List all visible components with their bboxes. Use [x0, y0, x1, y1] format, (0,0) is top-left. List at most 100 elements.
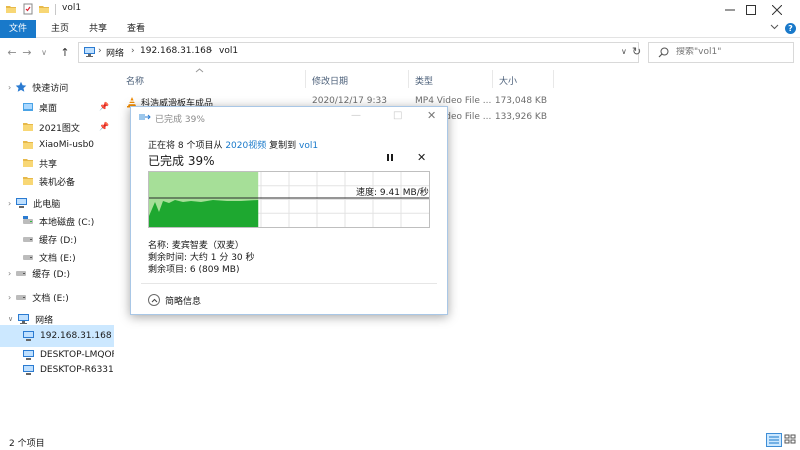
- window-titlebar: [0, 0, 800, 20]
- nav-item-label: 桌面: [39, 103, 58, 114]
- nav-drive-d-root[interactable]: › 缓存 (D:): [0, 262, 114, 284]
- progress-heading: 已完成 39%: [148, 154, 215, 168]
- status-item-count: 2 个项目: [9, 439, 45, 449]
- folder-icon: [23, 177, 33, 185]
- tab-share[interactable]: 共享: [83, 20, 113, 38]
- fewer-details-button[interactable]: 简略信息: [165, 294, 201, 307]
- nav-item-label: 缓存 (D:): [39, 235, 77, 246]
- speed-history-area: [149, 200, 259, 227]
- drive-icon: [16, 295, 27, 300]
- forward-button[interactable]: →: [20, 44, 34, 60]
- nav-item-label: 文档 (E:): [32, 293, 69, 304]
- folder-icon: [23, 159, 33, 167]
- breadcrumb-host[interactable]: 192.168.31.168: [140, 46, 212, 56]
- items-remaining: 剩余项目: 6 (809 MB): [148, 265, 240, 275]
- nav-essentials[interactable]: 装机必备: [0, 170, 114, 192]
- breadcrumb-network[interactable]: 网络: [106, 46, 124, 59]
- folder-icon: [5, 3, 17, 15]
- dialog-close-button[interactable]: ✕: [427, 109, 436, 122]
- speed-label: 速度: 9.41 MB/秒: [356, 188, 429, 198]
- new-folder-icon[interactable]: [38, 3, 50, 15]
- monitor-icon: [23, 331, 34, 341]
- file-size: 173,048 KB: [494, 96, 547, 106]
- chevron-right-icon[interactable]: ›: [8, 293, 11, 302]
- recent-locations-button[interactable]: ∨: [37, 44, 51, 60]
- folder-icon: [23, 123, 33, 131]
- column-header-size[interactable]: 大小: [499, 74, 517, 87]
- chevron-down-icon[interactable]: ∨: [621, 47, 627, 56]
- nav-item-label: 缓存 (D:): [32, 269, 71, 280]
- drive-icon: [23, 237, 33, 242]
- pin-icon: 📌: [99, 102, 109, 111]
- star-icon: [15, 81, 27, 92]
- nav-drive-e-root[interactable]: › 文档 (E:): [0, 286, 114, 308]
- large-icons-view-button[interactable]: [783, 433, 799, 447]
- source-folder-link[interactable]: 2020视频: [225, 141, 266, 151]
- details-view-button[interactable]: [766, 433, 782, 447]
- search-icon: [658, 47, 669, 58]
- file-date: 2020/12/17 9:33: [312, 96, 387, 106]
- network-icon: [83, 46, 96, 58]
- folder-icon: [23, 141, 33, 149]
- nav-item-label: 快速访问: [32, 83, 69, 94]
- nav-item-label: DESKTOP-R63318: [40, 365, 114, 375]
- dialog-minimize-button[interactable]: —: [351, 110, 361, 121]
- navigation-pane: › 快速访问 桌面 📌 2021图文 📌 XiaoMi-usb0 共享 装机必备…: [0, 68, 114, 428]
- sort-indicator-icon: [195, 68, 204, 74]
- refresh-icon[interactable]: ↻: [632, 45, 641, 58]
- copy-description: 正在将 8 个项目从 2020视频 复制到 vol1: [148, 138, 318, 151]
- copy-icon: [138, 112, 151, 122]
- tab-view[interactable]: 查看: [121, 20, 151, 38]
- computer-icon: [16, 198, 28, 208]
- column-header-type[interactable]: 类型: [415, 74, 433, 87]
- ribbon: [0, 20, 800, 38]
- nav-desktop-r63318[interactable]: DESKTOP-R63318: [0, 359, 114, 381]
- copy-mid-text: 复制到: [269, 141, 297, 151]
- drive-icon: [23, 216, 33, 224]
- pause-button[interactable]: [386, 153, 394, 162]
- nav-quick-access[interactable]: › 快速访问: [0, 76, 114, 98]
- tab-home[interactable]: 主页: [45, 20, 75, 38]
- back-button[interactable]: ←: [5, 44, 19, 60]
- network-icon: [18, 314, 30, 324]
- chevron-right-icon[interactable]: ›: [8, 83, 11, 92]
- dialog-title: 已完成 39%: [155, 115, 205, 125]
- nav-item-label: 网络: [35, 315, 54, 326]
- copy-progress-dialog: 已完成 39% — □ ✕ 正在将 8 个项目从 2020视频 复制到 vol1…: [130, 106, 448, 315]
- dialog-maximize-button[interactable]: □: [393, 110, 402, 121]
- file-size: 133,926 KB: [494, 112, 547, 122]
- destination-folder-link[interactable]: vol1: [299, 141, 318, 151]
- window-title: vol1: [62, 3, 82, 13]
- nav-item-label: 192.168.31.168: [40, 331, 112, 341]
- copy-prefix-text: 正在将 8 个项目从: [148, 141, 223, 151]
- up-button[interactable]: ↑: [58, 44, 72, 60]
- cancel-copy-button[interactable]: ✕: [417, 151, 426, 164]
- chevron-down-icon[interactable]: [770, 24, 779, 30]
- nav-desktop[interactable]: 桌面 📌: [0, 96, 114, 118]
- nav-item-label: 本地磁盘 (C:): [39, 217, 95, 228]
- dialog-divider: [141, 283, 437, 284]
- column-header-date[interactable]: 修改日期: [312, 74, 348, 87]
- file-type: MP4 Video File ...: [415, 96, 492, 106]
- chevron-down-icon[interactable]: ∨: [8, 315, 13, 323]
- close-button[interactable]: [754, 0, 800, 20]
- drive-icon: [16, 271, 27, 276]
- search-input[interactable]: [676, 47, 786, 57]
- transfer-speed-graph: [148, 171, 430, 228]
- monitor-icon: [23, 365, 34, 375]
- chevron-right-icon[interactable]: ›: [8, 199, 11, 208]
- chevron-right-icon[interactable]: ›: [8, 269, 11, 278]
- help-icon[interactable]: ?: [785, 23, 796, 34]
- tab-file[interactable]: 文件: [0, 20, 36, 38]
- properties-icon[interactable]: [22, 3, 34, 15]
- column-header-name[interactable]: 名称: [126, 74, 144, 87]
- nav-item-label: 装机必备: [39, 177, 76, 188]
- nav-item-label: 2021图文: [39, 123, 80, 134]
- desktop-folder-icon: [23, 103, 33, 111]
- breadcrumb-folder[interactable]: vol1: [219, 46, 238, 56]
- speed-graph-canvas: [149, 172, 429, 227]
- titlebar-separator: [55, 4, 56, 15]
- chevron-up-icon[interactable]: [148, 294, 160, 306]
- nav-item-label: 共享: [39, 159, 58, 170]
- pin-icon: 📌: [99, 122, 109, 131]
